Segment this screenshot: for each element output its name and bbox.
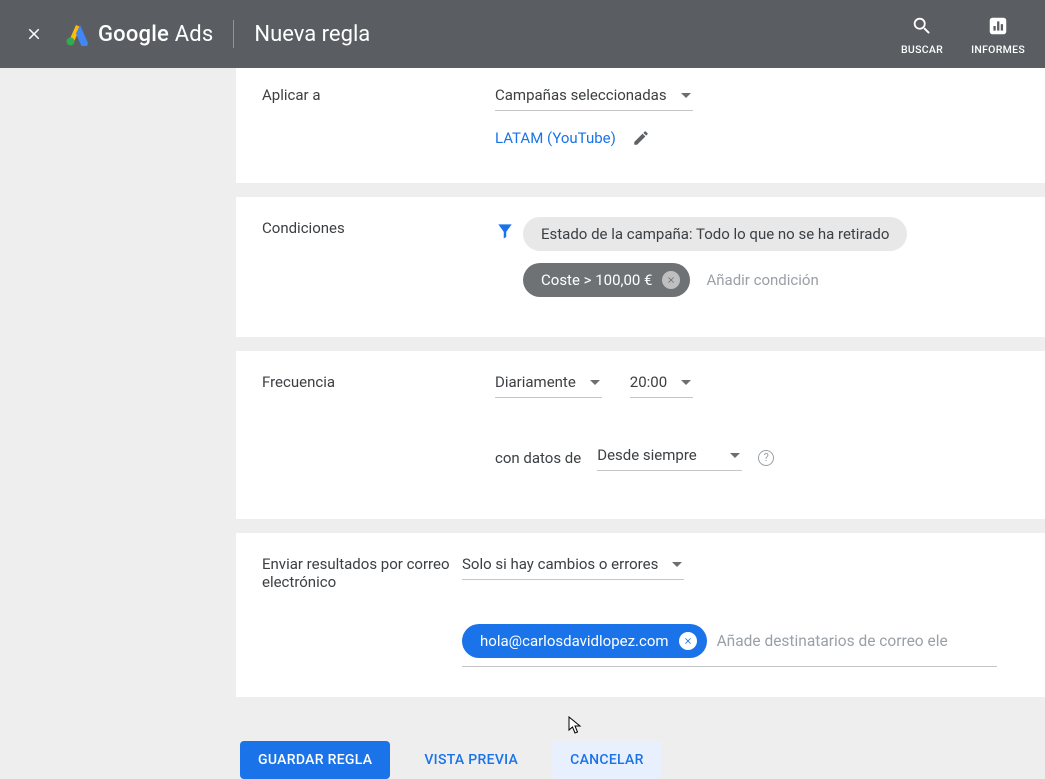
condition-chip-status-text: Estado de la campaña: Todo lo que no se … bbox=[541, 225, 889, 243]
chevron-down-icon bbox=[730, 453, 740, 458]
close-icon[interactable] bbox=[22, 22, 46, 46]
data-from-label: con datos de bbox=[495, 449, 581, 467]
condition-chip-cost-text: Coste > 100,00 € bbox=[541, 271, 652, 289]
search-icon bbox=[911, 15, 933, 37]
data-from-value: Desde siempre bbox=[597, 446, 697, 464]
conditions-label: Condiciones bbox=[262, 217, 495, 297]
frequency-card: Frecuencia Diariamente 20:00 con datos d… bbox=[236, 351, 1045, 519]
email-recipient-text: hola@carlosdavidlopez.com bbox=[480, 632, 669, 650]
email-recipient-chip[interactable]: hola@carlosdavidlopez.com bbox=[462, 624, 707, 658]
reports-button[interactable]: INFORMES bbox=[971, 15, 1025, 56]
actions-bar: GUARDAR REGLA VISTA PREVIA CANCELAR bbox=[236, 711, 1045, 779]
chevron-down-icon bbox=[681, 380, 691, 385]
email-placeholder: Añade destinatarios de correo ele bbox=[717, 632, 948, 650]
remove-chip-icon[interactable] bbox=[679, 632, 697, 650]
frequency-interval-value: Diariamente bbox=[495, 373, 576, 391]
reports-label: INFORMES bbox=[971, 43, 1025, 56]
email-recipients-input[interactable]: hola@carlosdavidlopez.com Añade destinat… bbox=[462, 624, 997, 667]
product-name: Google Ads bbox=[98, 22, 213, 47]
google-ads-logo: Google Ads bbox=[66, 22, 213, 47]
app-header: Google Ads Nueva regla BUSCAR INFORMES bbox=[0, 0, 1045, 68]
condition-chip-cost[interactable]: Coste > 100,00 € bbox=[523, 263, 690, 297]
email-when-value: Solo si hay cambios o errores bbox=[462, 555, 658, 573]
chevron-down-icon bbox=[590, 380, 600, 385]
help-icon[interactable]: ? bbox=[758, 450, 774, 466]
save-button[interactable]: GUARDAR REGLA bbox=[240, 741, 390, 779]
apply-to-value: Campañas seleccionadas bbox=[495, 86, 667, 104]
page-title: Nueva regla bbox=[254, 22, 370, 47]
apply-to-card: Aplicar a Campañas seleccionadas LATAM (… bbox=[236, 68, 1045, 183]
conditions-card: Condiciones Estado de la campaña: Todo l… bbox=[236, 197, 1045, 337]
apply-to-label: Aplicar a bbox=[262, 84, 495, 147]
add-condition-input[interactable]: Añadir condición bbox=[702, 265, 822, 295]
chevron-down-icon bbox=[681, 93, 691, 98]
frequency-interval-select[interactable]: Diariamente bbox=[495, 371, 602, 398]
apply-to-select[interactable]: Campañas seleccionadas bbox=[495, 84, 693, 111]
chevron-down-icon bbox=[672, 562, 682, 567]
email-results-card: Enviar resultados por correo electrónico… bbox=[236, 533, 1045, 697]
reports-icon bbox=[987, 15, 1009, 37]
frequency-label: Frecuencia bbox=[262, 371, 495, 471]
header-divider bbox=[233, 20, 234, 48]
google-ads-logo-icon bbox=[66, 22, 90, 46]
search-button[interactable]: BUSCAR bbox=[901, 15, 943, 56]
email-results-label: Enviar resultados por correo electrónico bbox=[262, 553, 462, 667]
cancel-button[interactable]: CANCELAR bbox=[552, 741, 662, 779]
email-when-select[interactable]: Solo si hay cambios o errores bbox=[462, 553, 684, 580]
frequency-time-select[interactable]: 20:00 bbox=[630, 371, 693, 398]
edit-icon[interactable] bbox=[632, 129, 650, 147]
search-label: BUSCAR bbox=[901, 43, 943, 56]
campaign-link[interactable]: LATAM (YouTube) bbox=[495, 129, 616, 147]
filter-icon bbox=[495, 221, 515, 241]
condition-chip-status[interactable]: Estado de la campaña: Todo lo que no se … bbox=[523, 217, 907, 251]
remove-chip-icon[interactable] bbox=[662, 271, 680, 289]
frequency-time-value: 20:00 bbox=[630, 373, 667, 391]
preview-button[interactable]: VISTA PREVIA bbox=[406, 741, 536, 779]
data-from-select[interactable]: Desde siempre bbox=[597, 444, 742, 471]
